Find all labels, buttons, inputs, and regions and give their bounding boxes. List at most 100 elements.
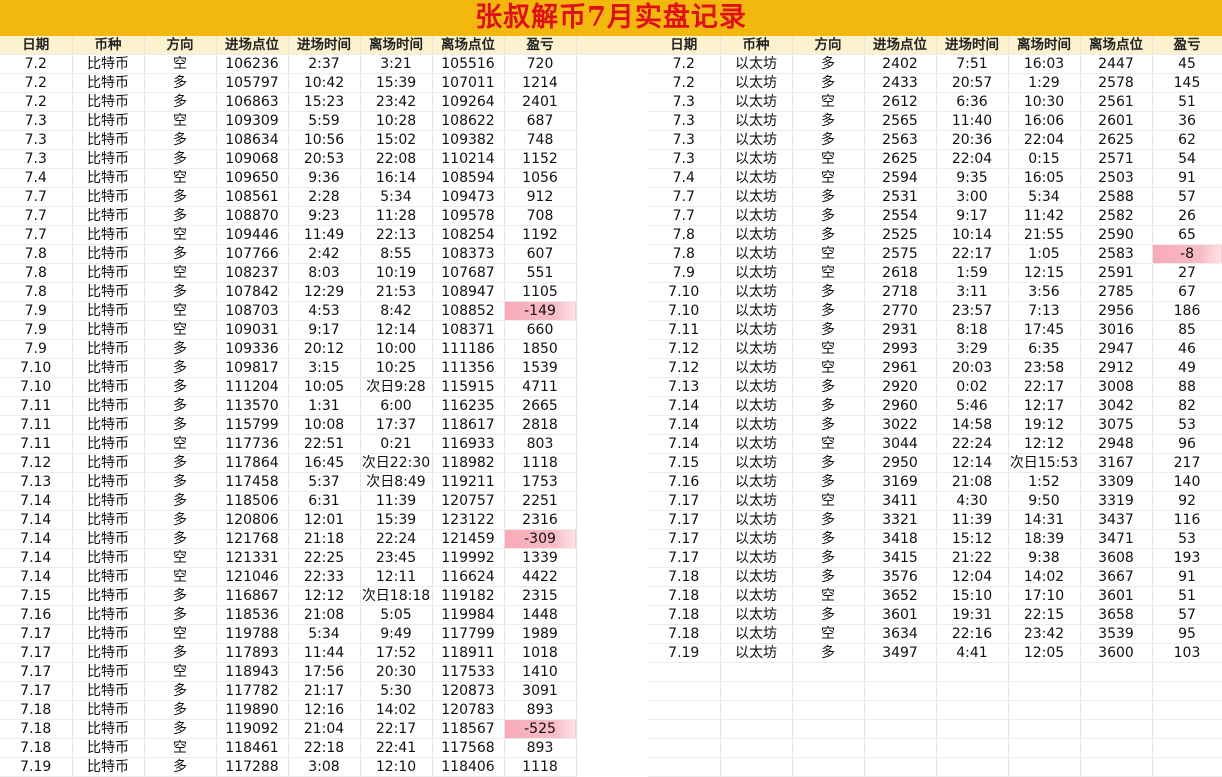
entry-time-cell: 12:29 bbox=[288, 282, 361, 302]
date-cell: 7.10 bbox=[0, 358, 73, 378]
exit-time-cell: 12:05 bbox=[1008, 643, 1081, 663]
table-row: 7.14 比特币多 118506 6:31 11:39 120757 2251 bbox=[0, 491, 577, 511]
coin-cell: 以太坊 bbox=[720, 54, 793, 74]
entry-price-cell: 109336 bbox=[216, 339, 289, 359]
date-cell bbox=[648, 662, 721, 682]
entry-time-cell: 20:53 bbox=[288, 149, 361, 169]
entry-price-cell: 2575 bbox=[864, 244, 937, 264]
exit-time-cell: 22:15 bbox=[1008, 605, 1081, 625]
table-row: 7.13 比特币多 117458 5:37 次日8:49 119211 1753 bbox=[0, 472, 577, 492]
exit-time-cell: 15:02 bbox=[360, 130, 433, 150]
exit-price-cell: 111356 bbox=[432, 358, 505, 378]
entry-time-cell: 7:51 bbox=[936, 54, 1009, 74]
entry-price-cell: 2612 bbox=[864, 92, 937, 112]
profit-loss-cell: 1192 bbox=[504, 225, 577, 245]
exit-time-cell bbox=[1008, 700, 1081, 720]
table-row: 7.8 以太坊空 2575 22:17 1:05 2583 -8 bbox=[648, 244, 1222, 264]
entry-price-cell: 2920 bbox=[864, 377, 937, 397]
date-cell: 7.7 bbox=[648, 206, 721, 226]
entry-price-cell: 2433 bbox=[864, 73, 937, 93]
entry-time-cell: 14:58 bbox=[936, 415, 1009, 435]
exit-price-cell: 109578 bbox=[432, 206, 505, 226]
table-row: 7.3 比特币多 108634 10:56 15:02 109382 748 bbox=[0, 130, 577, 150]
direction-cell: 空 bbox=[792, 434, 865, 454]
table-row: 7.3 以太坊多 2565 11:40 16:06 2601 36 bbox=[648, 111, 1222, 131]
entry-price-cell: 121046 bbox=[216, 567, 289, 587]
coin-cell: 比特币 bbox=[72, 301, 145, 321]
profit-loss-cell: 45 bbox=[1152, 54, 1222, 74]
exit-price-cell: 2625 bbox=[1080, 130, 1153, 150]
table-row: 7.13 以太坊多 2920 0:02 22:17 3008 88 bbox=[648, 377, 1222, 397]
table-row: 7.14 比特币空 121046 22:33 12:11 116624 4422 bbox=[0, 567, 577, 587]
entry-time-cell: 16:45 bbox=[288, 453, 361, 473]
table-row: 7.17 比特币空 118943 17:56 20:30 117533 1410 bbox=[0, 662, 577, 682]
entry-price-cell: 2931 bbox=[864, 320, 937, 340]
exit-price-cell: 121459 bbox=[432, 529, 505, 549]
header-exit-time: 离场时间 bbox=[1008, 36, 1081, 55]
coin-cell: 比特币 bbox=[72, 491, 145, 511]
date-cell: 7.16 bbox=[648, 472, 721, 492]
direction-cell: 空 bbox=[792, 358, 865, 378]
table-row: 7.2 比特币空 106236 2:37 3:21 105516 720 bbox=[0, 54, 577, 74]
exit-time-cell: 16:14 bbox=[360, 168, 433, 188]
profit-loss-cell: 912 bbox=[504, 187, 577, 207]
profit-loss-cell: 1448 bbox=[504, 605, 577, 625]
exit-price-cell: 107687 bbox=[432, 263, 505, 283]
date-cell: 7.8 bbox=[648, 225, 721, 245]
profit-loss-cell: 91 bbox=[1152, 567, 1222, 587]
date-cell: 7.12 bbox=[648, 339, 721, 359]
entry-price-cell bbox=[864, 738, 937, 758]
exit-price-cell: 3608 bbox=[1080, 548, 1153, 568]
exit-time-cell: 22:17 bbox=[1008, 377, 1081, 397]
profit-loss-cell: 708 bbox=[504, 206, 577, 226]
coin-cell: 以太坊 bbox=[720, 358, 793, 378]
header-entry-time: 进场时间 bbox=[936, 36, 1009, 55]
coin-cell: 以太坊 bbox=[720, 396, 793, 416]
entry-price-cell: 3044 bbox=[864, 434, 937, 454]
entry-price-cell: 117458 bbox=[216, 472, 289, 492]
exit-time-cell: 0:15 bbox=[1008, 149, 1081, 169]
table-row: 7.10 比特币多 111204 10:05 次日9:28 115915 4711 bbox=[0, 377, 577, 397]
entry-price-cell: 117782 bbox=[216, 681, 289, 701]
entry-time-cell: 1:31 bbox=[288, 396, 361, 416]
entry-time-cell: 21:22 bbox=[936, 548, 1009, 568]
date-cell: 7.4 bbox=[0, 168, 73, 188]
entry-price-cell: 108703 bbox=[216, 301, 289, 321]
exit-time-cell: 5:34 bbox=[1008, 187, 1081, 207]
entry-price-cell: 109817 bbox=[216, 358, 289, 378]
table-row: 7.16 比特币多 118536 21:08 5:05 119984 1448 bbox=[0, 605, 577, 625]
date-cell: 7.10 bbox=[648, 282, 721, 302]
exit-price-cell: 111186 bbox=[432, 339, 505, 359]
coin-cell: 比特币 bbox=[72, 320, 145, 340]
entry-time-cell bbox=[936, 757, 1009, 777]
entry-time-cell: 0:02 bbox=[936, 377, 1009, 397]
header-date: 日期 bbox=[648, 36, 721, 55]
entry-time-cell: 5:59 bbox=[288, 111, 361, 131]
exit-price-cell: 116235 bbox=[432, 396, 505, 416]
coin-cell: 比特币 bbox=[72, 567, 145, 587]
profit-loss-cell: 720 bbox=[504, 54, 577, 74]
entry-price-cell: 2950 bbox=[864, 453, 937, 473]
exit-time-cell: 15:39 bbox=[360, 510, 433, 530]
coin-cell: 以太坊 bbox=[720, 263, 793, 283]
entry-price-cell: 117864 bbox=[216, 453, 289, 473]
entry-price-cell: 118506 bbox=[216, 491, 289, 511]
table-row: 7.11 比特币多 113570 1:31 6:00 116235 2665 bbox=[0, 396, 577, 416]
coin-cell: 比特币 bbox=[72, 73, 145, 93]
exit-time-cell: 5:30 bbox=[360, 681, 433, 701]
exit-time-cell: 0:21 bbox=[360, 434, 433, 454]
date-cell: 7.3 bbox=[0, 130, 73, 150]
direction-cell: 多 bbox=[144, 130, 217, 150]
exit-price-cell: 110214 bbox=[432, 149, 505, 169]
exit-price-cell: 115915 bbox=[432, 377, 505, 397]
coin-cell: 比特币 bbox=[72, 377, 145, 397]
profit-loss-cell: 53 bbox=[1152, 529, 1222, 549]
table-row: 7.3 比特币空 109309 5:59 10:28 108622 687 bbox=[0, 111, 577, 131]
exit-price-cell: 109473 bbox=[432, 187, 505, 207]
entry-time-cell: 15:23 bbox=[288, 92, 361, 112]
coin-cell: 以太坊 bbox=[720, 510, 793, 530]
exit-time-cell: 7:13 bbox=[1008, 301, 1081, 321]
coin-cell: 以太坊 bbox=[720, 282, 793, 302]
direction-cell: 多 bbox=[792, 111, 865, 131]
coin-cell: 以太坊 bbox=[720, 567, 793, 587]
